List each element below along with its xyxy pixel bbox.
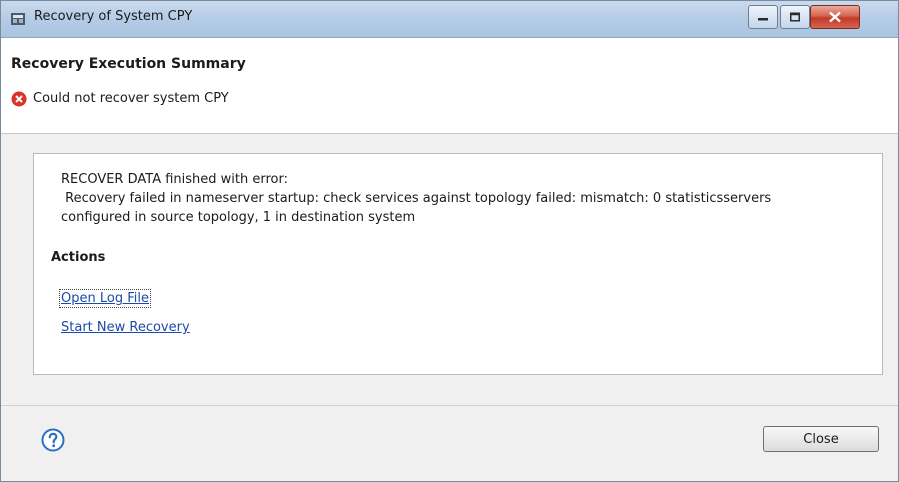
close-icon xyxy=(829,11,841,23)
app-icon xyxy=(11,13,25,25)
result-panel: RECOVER DATA finished with error: Recove… xyxy=(33,153,883,375)
error-message-line: configured in source topology, 1 in dest… xyxy=(61,210,416,225)
summary-header: Recovery Execution Summary Could not rec… xyxy=(1,38,898,134)
minimize-icon xyxy=(758,18,768,21)
window-title: Recovery of System CPY xyxy=(34,9,193,24)
help-icon[interactable] xyxy=(41,428,65,452)
minimize-button[interactable] xyxy=(748,5,778,29)
close-button[interactable]: Close xyxy=(763,426,879,452)
title-bar[interactable]: Recovery of System CPY xyxy=(1,1,898,38)
maximize-icon xyxy=(790,12,800,22)
recovery-dialog: Recovery of System CPY Recovery Executio… xyxy=(0,0,899,482)
actions-heading: Actions xyxy=(51,250,106,265)
maximize-button[interactable] xyxy=(780,5,810,29)
open-log-file-link[interactable]: Open Log File xyxy=(59,289,151,308)
start-new-recovery-link[interactable]: Start New Recovery xyxy=(61,320,190,335)
footer-divider xyxy=(1,405,898,406)
status-text: Could not recover system CPY xyxy=(33,91,229,106)
error-message-line: RECOVER DATA finished with error: xyxy=(61,172,288,187)
header-title: Recovery Execution Summary xyxy=(11,56,246,72)
error-icon xyxy=(11,91,27,107)
close-window-button[interactable] xyxy=(810,5,860,29)
error-message: RECOVER DATA finished with error: Recove… xyxy=(61,170,861,227)
error-message-line: Recovery failed in nameserver startup: c… xyxy=(61,191,772,206)
